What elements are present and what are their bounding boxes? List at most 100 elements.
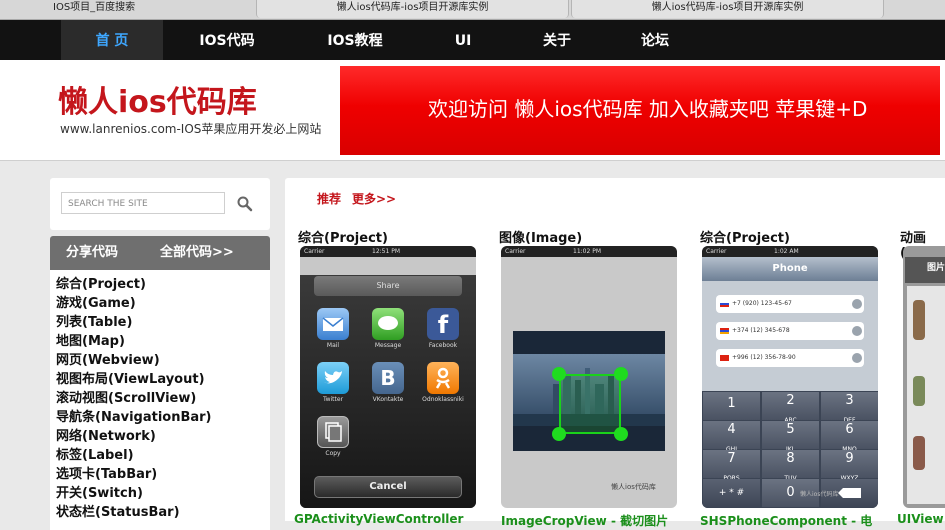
phone-field-kg: +996 (12) 356-78-90 bbox=[716, 349, 864, 367]
odnoklassniki-icon bbox=[427, 362, 459, 394]
card-4-badge: 图片 bbox=[927, 263, 945, 273]
facebook-label: Facebook bbox=[428, 342, 458, 349]
welcome-banner[interactable]: 欢迎访问 懒人ios代码库 加入收藏夹吧 苹果键+D bbox=[340, 66, 940, 155]
facebook-icon: f bbox=[427, 308, 459, 340]
all-code-link[interactable]: 全部代码>> bbox=[160, 236, 234, 270]
card-4-figure-3 bbox=[913, 436, 925, 470]
copy-icon bbox=[317, 416, 349, 448]
crop-area bbox=[559, 374, 621, 434]
card-4-image-list bbox=[907, 286, 945, 504]
browser-tab-strip: IOS项目_百度搜索 懒人ios代码库-ios项目开源库实例 懒人ios代码库-… bbox=[0, 0, 945, 20]
clear-field-1-icon bbox=[852, 299, 862, 309]
card-4-screenshot[interactable]: 图片 bbox=[903, 246, 945, 508]
main-nav: 首 页 IOS代码 IOS教程 UI 关于 论坛 bbox=[0, 20, 945, 60]
key-4: 4GHI bbox=[703, 421, 760, 453]
phone-field-am: +374 (12) 345-678 bbox=[716, 322, 864, 340]
sidebar-item-webview[interactable]: 网页(Webview) bbox=[56, 351, 160, 370]
card-1-statusbar: Carrier 12:51 PM bbox=[300, 246, 476, 257]
key-8: 8TUV bbox=[762, 450, 819, 482]
flag-ru-icon bbox=[720, 301, 729, 307]
cancel-button: Cancel bbox=[314, 476, 462, 498]
odnoklassniki-label: Odnoklassniki bbox=[422, 396, 464, 403]
card-4-caption[interactable]: UIView bbox=[897, 512, 944, 526]
sidebar-item-table[interactable]: 列表(Table) bbox=[56, 313, 132, 332]
browser-tab-lanrenios-2[interactable]: 懒人ios代码库-ios项目开源库实例 bbox=[571, 0, 884, 18]
card-1-underlay bbox=[300, 257, 476, 275]
card-3-category[interactable]: 综合(Project) bbox=[700, 227, 790, 246]
nav-forum[interactable]: 论坛 bbox=[618, 20, 692, 60]
flag-am-icon bbox=[720, 328, 729, 334]
mail-icon bbox=[317, 308, 349, 340]
banner-text: 欢迎访问 懒人ios代码库 加入收藏夹吧 苹果键+D bbox=[428, 97, 868, 121]
twitter-label: Twitter bbox=[322, 396, 344, 403]
key-2: 2ABC bbox=[762, 392, 819, 424]
card-1-category[interactable]: 综合(Project) bbox=[298, 227, 388, 246]
recommended-panel: 推荐 更多>> 综合(Project) Carrier 12:51 PM Sha… bbox=[285, 178, 945, 528]
card-2-statusbar: Carrier 11:02 PM bbox=[501, 246, 677, 257]
key-3: 3DEF bbox=[821, 392, 878, 424]
recommended-label: 推荐 bbox=[317, 192, 342, 206]
copy-label: Copy bbox=[325, 450, 341, 457]
site-slogan: www.lanrenios.com-IOS苹果应用开发必上网站 bbox=[60, 122, 322, 136]
clear-field-2-icon bbox=[852, 326, 862, 336]
card-3-keypad: 1 2ABC 3DEF 4GHI 5JKL 6MNO 7PQRS 8TUV 9W… bbox=[702, 391, 878, 508]
browser-tab-lanrenios[interactable]: 懒人ios代码库-ios项目开源库实例 bbox=[256, 0, 569, 18]
site-header: 懒人ios代码库 www.lanrenios.com-IOS苹果应用开发必上网站… bbox=[0, 60, 945, 161]
key-symbols: + * # bbox=[703, 479, 760, 507]
phone-field-ru: +7 (920) 123-45-67 bbox=[716, 295, 864, 313]
vkontakte-icon: B bbox=[372, 362, 404, 394]
message-icon bbox=[372, 308, 404, 340]
nav-ios-code[interactable]: IOS代码 bbox=[178, 20, 276, 60]
twitter-icon bbox=[317, 362, 349, 394]
mail-label: Mail bbox=[326, 342, 340, 349]
key-6: 6MNO bbox=[821, 421, 878, 453]
card-1-caption[interactable]: GPActivityViewController bbox=[294, 512, 463, 526]
nav-about[interactable]: 关于 bbox=[520, 20, 594, 60]
browser-tab-baidu[interactable]: IOS项目_百度搜索 bbox=[0, 0, 255, 18]
key-1: 1 bbox=[703, 392, 760, 420]
card-2-screenshot[interactable]: Carrier 11:02 PM 懒人ios代码库 bbox=[501, 246, 677, 508]
nav-ios-tutorial[interactable]: IOS教程 bbox=[306, 20, 404, 60]
sidebar-item-viewlayout[interactable]: 视图布局(ViewLayout) bbox=[56, 370, 205, 389]
sidebar-item-statusbar[interactable]: 状态栏(StatusBar) bbox=[56, 503, 180, 522]
crop-handle-top-left bbox=[552, 367, 566, 381]
key-9: 9WXYZ bbox=[821, 450, 878, 482]
flag-kg-icon bbox=[720, 355, 729, 361]
card-4-figure-2 bbox=[913, 376, 925, 406]
card-3-statusbar: Carrier 1:02 AM bbox=[702, 246, 878, 257]
sidebar-item-network[interactable]: 网络(Network) bbox=[56, 427, 156, 446]
key-7: 7PQRS bbox=[703, 450, 760, 482]
card-2-category[interactable]: 图像(Image) bbox=[499, 227, 582, 246]
sidebar-item-tabbar[interactable]: 选项卡(TabBar) bbox=[56, 465, 157, 484]
sidebar-category-list: 综合(Project) 游戏(Game) 列表(Table) 地图(Map) 网… bbox=[50, 270, 270, 530]
sidebar-item-project[interactable]: 综合(Project) bbox=[56, 275, 146, 294]
sidebar-item-navigationbar[interactable]: 导航条(NavigationBar) bbox=[56, 408, 212, 427]
vkontakte-label: VKontakte bbox=[372, 396, 404, 403]
card-3-navbar-title: Phone bbox=[702, 257, 878, 281]
sidebar-item-scrollview[interactable]: 滚动视图(ScrollView) bbox=[56, 389, 196, 408]
sidebar-item-switch[interactable]: 开关(Switch) bbox=[56, 484, 143, 503]
nav-home[interactable]: 首 页 bbox=[61, 20, 163, 60]
card-1-screenshot[interactable]: Carrier 12:51 PM Share f Mail Message Fa… bbox=[300, 246, 476, 508]
clear-field-3-icon bbox=[852, 353, 862, 363]
key-5: 5JKL bbox=[762, 421, 819, 453]
message-label: Message bbox=[374, 342, 402, 349]
card-3-watermark: 懒人ios代码库 bbox=[800, 491, 839, 498]
site-logo[interactable]: 懒人ios代码库 bbox=[58, 86, 257, 120]
card-4-figure-1 bbox=[913, 300, 925, 340]
sidebar-header: 分享代码 全部代码>> bbox=[50, 236, 270, 270]
nav-ui[interactable]: UI bbox=[426, 20, 500, 60]
crop-handle-bottom-left bbox=[552, 427, 566, 441]
crop-handle-top-right bbox=[614, 367, 628, 381]
share-code-label: 分享代码 bbox=[66, 245, 119, 260]
site-search: SEARCH THE SITE bbox=[50, 178, 270, 230]
sidebar-item-map[interactable]: 地图(Map) bbox=[56, 332, 125, 351]
card-3-screenshot[interactable]: Carrier 1:02 AM Phone +7 (920) 123-45-67… bbox=[702, 246, 878, 508]
search-input[interactable]: SEARCH THE SITE bbox=[61, 192, 225, 214]
sidebar-item-label[interactable]: 标签(Label) bbox=[56, 446, 134, 465]
search-icon[interactable] bbox=[236, 195, 254, 213]
card-2-watermark: 懒人ios代码库 bbox=[611, 483, 656, 491]
more-link[interactable]: 更多>> bbox=[352, 190, 396, 207]
card-1-share-title: Share bbox=[314, 276, 462, 296]
sidebar-item-game[interactable]: 游戏(Game) bbox=[56, 294, 136, 313]
